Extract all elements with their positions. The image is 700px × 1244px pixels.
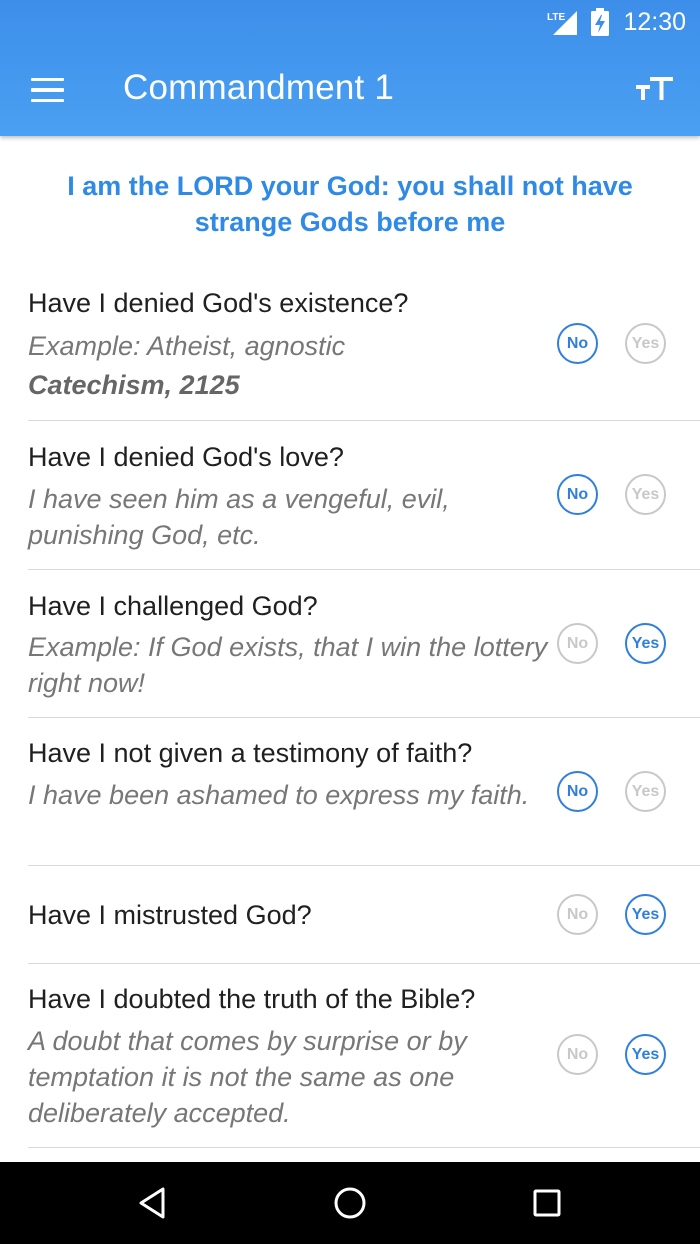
no-toggle[interactable]: No <box>557 894 598 935</box>
commandment-text: I am the LORD your God: you shall not ha… <box>67 171 633 237</box>
page-title: Commandment 1 <box>123 68 395 107</box>
no-toggle[interactable]: No <box>557 474 598 515</box>
back-icon[interactable] <box>133 1183 173 1223</box>
no-toggle[interactable]: No <box>557 323 598 364</box>
status-bar: LTE 12:30 <box>0 0 700 44</box>
example-text: Example: If God exists, that I win the l… <box>28 632 548 698</box>
text-size-icon[interactable] <box>630 66 684 114</box>
question-text: Have I challenged God? <box>28 591 318 621</box>
yes-toggle[interactable]: Yes <box>625 1034 666 1075</box>
navigation-bar <box>0 1162 700 1244</box>
home-icon[interactable] <box>330 1183 370 1223</box>
no-toggle[interactable]: No <box>557 1034 598 1075</box>
list-item: Have I not given a testimony of faith? I… <box>0 717 700 866</box>
divider <box>28 1147 700 1148</box>
list-item: Have I doubted the truth of the Bible? A… <box>0 963 700 1148</box>
list-item: Have I denied God's love? I have seen hi… <box>0 421 700 570</box>
question-text: Have I doubted the truth of the Bible? <box>28 984 476 1014</box>
list-item: Have I challenged God? Example: If God e… <box>0 569 700 718</box>
status-time: 12:30 <box>623 7 686 36</box>
network-type: LTE <box>547 12 565 23</box>
status-icons: LTE 12:30 <box>547 6 686 38</box>
example-text: I have been ashamed to express my faith. <box>28 780 530 810</box>
question-text: Have I denied God's love? <box>28 442 344 472</box>
hamburger-menu-icon[interactable] <box>18 66 76 114</box>
list-item: Have I denied God's existence? Example: … <box>0 276 700 421</box>
no-toggle[interactable]: No <box>557 771 598 812</box>
yes-toggle[interactable]: Yes <box>625 323 666 364</box>
question-text: Have I not given a testimony of faith? <box>28 738 473 768</box>
reference-text: Catechism, 2125 <box>28 370 240 400</box>
toolbar: Commandment 1 <box>0 44 700 136</box>
example-text: A doubt that comes by surprise or by tem… <box>28 1026 467 1128</box>
yes-toggle[interactable]: Yes <box>625 474 666 515</box>
examination-list[interactable]: I am the LORD your God: you shall not ha… <box>0 136 700 1162</box>
example-text: Example: Atheist, agnostic <box>28 331 346 361</box>
yes-toggle[interactable]: Yes <box>625 894 666 935</box>
recents-icon[interactable] <box>527 1183 567 1223</box>
yes-toggle[interactable]: Yes <box>625 623 666 664</box>
question-text: Have I mistrusted God? <box>28 900 312 930</box>
app-bar: LTE 12:30 Commandment 1 <box>0 0 700 136</box>
example-text: I have seen him as a vengeful, evil, pun… <box>28 484 450 550</box>
list-item: Have I mistrusted God? No Yes <box>0 866 700 964</box>
battery-charging-icon <box>591 8 610 36</box>
no-toggle[interactable]: No <box>557 623 598 664</box>
question-text: Have I denied God's existence? <box>28 288 409 318</box>
lte-signal-icon: LTE <box>547 11 578 35</box>
yes-toggle[interactable]: Yes <box>625 771 666 812</box>
